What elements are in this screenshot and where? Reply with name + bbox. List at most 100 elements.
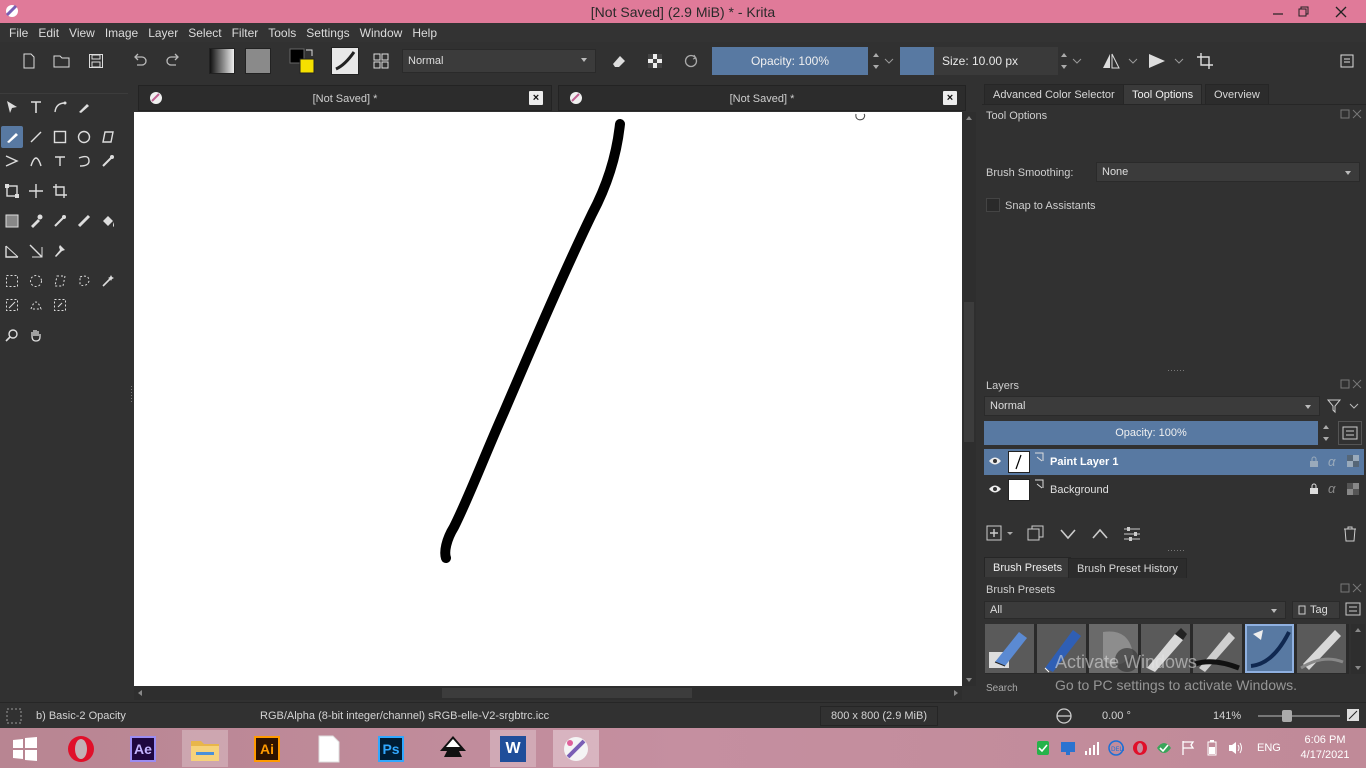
fill-tool-icon[interactable] <box>97 210 119 232</box>
add-layer-icon[interactable] <box>986 525 1016 543</box>
windows-start-icon[interactable] <box>2 730 48 767</box>
reference-tool-icon[interactable] <box>49 240 71 262</box>
similar-color-selection-icon[interactable] <box>1 294 23 316</box>
smart-patch-tool-icon[interactable] <box>73 210 95 232</box>
measure-tool-icon[interactable] <box>1 240 23 262</box>
transform-tool-icon[interactable] <box>1 180 23 202</box>
inherit-alpha-icon[interactable] <box>1346 454 1360 468</box>
tray-dell-icon[interactable]: DELL <box>1108 740 1124 756</box>
open-document-icon[interactable] <box>51 48 73 74</box>
undo-icon[interactable] <box>129 48 151 74</box>
redo-icon[interactable] <box>162 48 184 74</box>
menu-view[interactable]: View <box>64 26 100 40</box>
brush-preset-basic-opacity[interactable] <box>1245 624 1294 673</box>
move-tool-icon[interactable] <box>25 180 47 202</box>
tag-select[interactable]: Tag <box>1292 601 1340 619</box>
rotation-value[interactable]: 0.00 ° <box>1102 710 1131 722</box>
fit-canvas-icon[interactable] <box>1346 708 1360 722</box>
save-icon[interactable] <box>85 48 107 74</box>
menu-tools[interactable]: Tools <box>263 26 301 40</box>
bezier-selection-icon[interactable] <box>25 294 47 316</box>
magic-wand-selection-icon[interactable] <box>97 270 119 292</box>
document-tab-2[interactable]: [Not Saved] * × <box>558 85 966 111</box>
zoom-tool-icon[interactable] <box>1 324 23 346</box>
brush-preset-icon[interactable] <box>330 47 360 75</box>
rectangle-tool-icon[interactable] <box>49 126 71 148</box>
layer-opacity-spin[interactable] <box>1320 421 1332 445</box>
blend-mode-select[interactable]: Normal <box>402 49 596 73</box>
menu-filter[interactable]: Filter <box>227 26 264 40</box>
mirror-h-menu-icon[interactable] <box>1128 58 1138 64</box>
tab-tool-options[interactable]: Tool Options <box>1123 84 1203 104</box>
bezier-tool-icon[interactable] <box>25 150 47 172</box>
eye-icon[interactable] <box>988 483 1002 495</box>
freehand-brush-tool-icon[interactable] <box>1 126 23 148</box>
tab-brush-presets[interactable]: Brush Presets <box>984 557 1072 577</box>
tray-security-icon[interactable] <box>1156 740 1172 756</box>
alpha-icon[interactable]: α <box>1328 454 1335 469</box>
colorize-mask-tool-icon[interactable] <box>49 210 71 232</box>
delete-layer-icon[interactable] <box>1342 525 1358 543</box>
brush-preset-pencil[interactable] <box>1297 624 1346 673</box>
tab-overview[interactable]: Overview <box>1205 84 1269 104</box>
layer-blend-mode-select[interactable]: Normal <box>984 396 1320 416</box>
float-docker-icon[interactable] <box>1340 379 1362 390</box>
snap-to-assistants-checkbox[interactable] <box>986 198 1000 212</box>
vertical-scrollbar[interactable] <box>962 112 976 686</box>
reload-preset-icon[interactable] <box>678 48 704 74</box>
crop-tool-icon[interactable] <box>49 180 71 202</box>
brush-view-options-icon[interactable] <box>1345 601 1361 617</box>
size-spin[interactable] <box>1058 48 1070 74</box>
layer-row-paint-layer-1[interactable]: Paint Layer 1 α <box>984 449 1364 475</box>
docker-menu-icon[interactable] <box>1335 48 1359 74</box>
rectangular-selection-icon[interactable] <box>1 270 23 292</box>
brush-filter-select[interactable]: All <box>984 601 1286 619</box>
layer-opacity-slider[interactable]: Opacity: 100% <box>984 421 1318 445</box>
color-picker-tool-icon[interactable] <box>25 210 47 232</box>
layer-settings-icon[interactable] <box>1123 525 1141 543</box>
tray-battery-icon[interactable] <box>1204 740 1220 756</box>
menu-help[interactable]: Help <box>407 26 442 40</box>
opacity-slider[interactable]: Opacity: 100% <box>712 47 868 75</box>
brush-preset-eraser[interactable] <box>985 624 1034 673</box>
menu-file[interactable]: File <box>4 26 33 40</box>
after-effects-icon[interactable]: Ae <box>120 730 166 767</box>
opera-icon[interactable] <box>58 730 104 767</box>
tray-green-check-icon[interactable] <box>1036 740 1050 756</box>
layer-row-background[interactable]: Background α <box>984 476 1364 502</box>
docker-splitter-handle[interactable] <box>1168 549 1184 552</box>
menu-edit[interactable]: Edit <box>33 26 64 40</box>
multibrush-tool-icon[interactable] <box>97 150 119 172</box>
layer-filter-icon[interactable] <box>1326 397 1362 415</box>
freehand-selection-icon[interactable] <box>73 270 95 292</box>
docker-splitter-handle[interactable] <box>1168 369 1184 372</box>
calligraphy-tool-icon[interactable] <box>73 96 95 118</box>
gradient-tool-icon[interactable] <box>1 210 23 232</box>
horizontal-scrollbar[interactable] <box>134 686 962 700</box>
workspace-grid-icon[interactable] <box>368 48 394 74</box>
pan-tool-icon[interactable] <box>25 324 47 346</box>
tray-opera-icon[interactable] <box>1132 740 1148 756</box>
illustrator-icon[interactable]: Ai <box>244 730 290 767</box>
layer-name[interactable]: Background <box>1050 484 1109 496</box>
clock[interactable]: 6:06 PM 4/17/2021 <box>1290 734 1360 761</box>
select-shapes-tool-icon[interactable] <box>1 96 23 118</box>
photoshop-icon[interactable]: Ps <box>368 730 414 767</box>
magnetic-selection-icon[interactable] <box>49 294 71 316</box>
duplicate-layer-icon[interactable] <box>1027 525 1045 543</box>
inherit-alpha-icon[interactable] <box>1346 482 1360 496</box>
brush-grid-scrollbar[interactable] <box>1351 624 1365 674</box>
assistant-tool-icon[interactable] <box>25 240 47 262</box>
zoom-value[interactable]: 141% <box>1213 710 1241 722</box>
pattern-preset-icon[interactable] <box>243 48 273 74</box>
text-tool-icon[interactable] <box>25 96 47 118</box>
input-language[interactable]: ENG <box>1257 742 1281 754</box>
move-layer-up-icon[interactable] <box>1091 527 1109 541</box>
layer-name[interactable]: Paint Layer 1 <box>1050 456 1118 468</box>
document-tab-1[interactable]: [Not Saved] * × <box>138 85 552 111</box>
mirror-horizontal-icon[interactable] <box>1098 48 1124 74</box>
color-swatch-icon[interactable] <box>287 48 317 74</box>
tray-network-adapter-icon[interactable] <box>1060 740 1076 756</box>
brush-smoothing-select[interactable]: None <box>1096 162 1360 182</box>
ellipse-tool-icon[interactable] <box>73 126 95 148</box>
